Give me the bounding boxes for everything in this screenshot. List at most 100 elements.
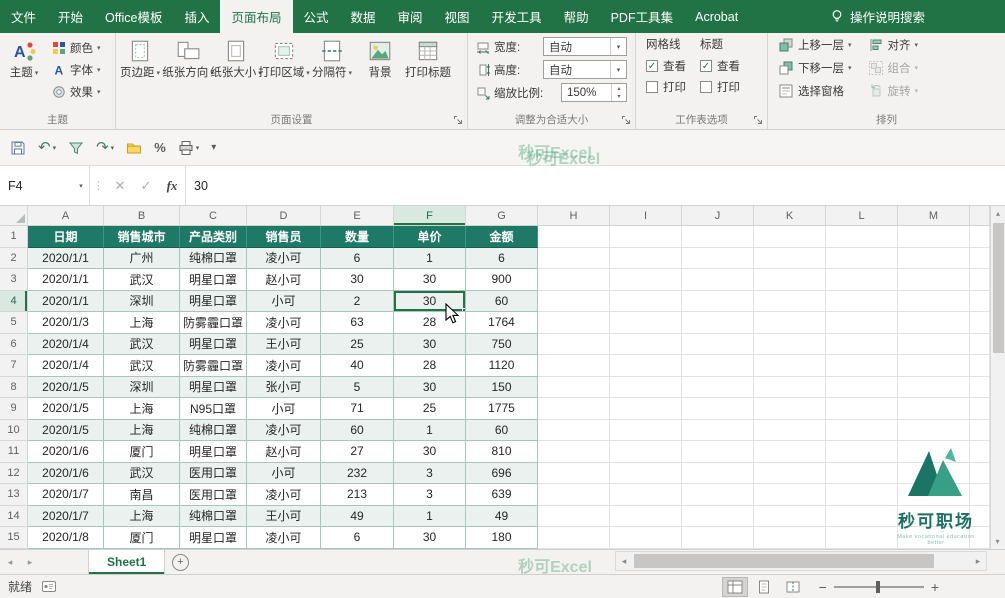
cell-B1[interactable]: 销售城市 [104, 226, 180, 248]
cell-K1[interactable] [754, 226, 826, 248]
ribbon-tab-review[interactable]: 审阅 [387, 0, 434, 33]
normal-view-button[interactable] [722, 577, 748, 597]
cell-H12[interactable] [538, 463, 610, 485]
qat-overflow-button[interactable]: ▾ [211, 142, 216, 153]
cell-C11[interactable]: 明星口罩 [180, 441, 247, 463]
cell-K11[interactable] [754, 441, 826, 463]
cell-A15[interactable]: 2020/1/8 [28, 527, 104, 549]
cell-M6[interactable] [898, 334, 970, 356]
cell-C3[interactable]: 明星口罩 [180, 269, 247, 291]
enter-button[interactable]: ✓ [133, 166, 159, 205]
sheet-nav-right[interactable]: ▸ [20, 550, 40, 574]
cell-K5[interactable] [754, 312, 826, 334]
column-header-G[interactable]: G [466, 206, 538, 225]
cell-B5[interactable]: 上海 [104, 312, 180, 334]
background-button[interactable]: 背景 [356, 35, 404, 111]
cell-E6[interactable]: 25 [321, 334, 394, 356]
cell-G1[interactable]: 金额 [466, 226, 538, 248]
cell-L13[interactable] [826, 484, 898, 506]
cell-F7[interactable]: 28 [394, 355, 466, 377]
cell-D3[interactable]: 赵小可 [247, 269, 321, 291]
cell-E4[interactable]: 2 [321, 291, 394, 313]
cell-A14[interactable]: 2020/1/7 [28, 506, 104, 528]
cell-G12[interactable]: 696 [466, 463, 538, 485]
cell-I13[interactable] [610, 484, 682, 506]
cell-D15[interactable]: 凌小可 [247, 527, 321, 549]
formula-input[interactable]: 30 [186, 166, 1005, 205]
cell-K13[interactable] [754, 484, 826, 506]
cell-J2[interactable] [682, 248, 754, 270]
cell-G4[interactable]: 60 [466, 291, 538, 313]
vertical-scrollbar[interactable]: ▴ [990, 206, 1005, 549]
cell-D10[interactable]: 凌小可 [247, 420, 321, 442]
cell-I3[interactable] [610, 269, 682, 291]
cell-H11[interactable] [538, 441, 610, 463]
ribbon-tab-view[interactable]: 视图 [434, 0, 481, 33]
cell-F6[interactable]: 30 [394, 334, 466, 356]
cell-J13[interactable] [682, 484, 754, 506]
headings-view-checkbox[interactable]: 查看 [700, 58, 740, 74]
row-header-10[interactable]: 10 [0, 420, 28, 442]
cell-H3[interactable] [538, 269, 610, 291]
cell-D12[interactable]: 小可 [247, 463, 321, 485]
cell-A10[interactable]: 2020/1/5 [28, 420, 104, 442]
cell-B11[interactable]: 厦门 [104, 441, 180, 463]
name-box[interactable]: F4 ▾ [0, 166, 90, 205]
cell-B2[interactable]: 广州 [104, 248, 180, 270]
cell-C14[interactable]: 纯棉口罩 [180, 506, 247, 528]
cell-M3[interactable] [898, 269, 970, 291]
cell-G14[interactable]: 49 [466, 506, 538, 528]
undo-dropdown[interactable]: ▾ [53, 144, 57, 152]
cell-K9[interactable] [754, 398, 826, 420]
cell-J9[interactable] [682, 398, 754, 420]
select-all-corner[interactable] [0, 206, 28, 225]
cell-B15[interactable]: 厦门 [104, 527, 180, 549]
cell-E12[interactable]: 232 [321, 463, 394, 485]
cell-F10[interactable]: 1 [394, 420, 466, 442]
redo-dropdown[interactable]: ▾ [111, 144, 115, 152]
theme-colors-button[interactable]: 颜色▾ [48, 40, 105, 56]
cell-M5[interactable] [898, 312, 970, 334]
cell-J1[interactable] [682, 226, 754, 248]
row-header-13[interactable]: 13 [0, 484, 28, 506]
cell-K14[interactable] [754, 506, 826, 528]
cell-M12[interactable] [898, 463, 970, 485]
insert-function-button[interactable]: fx [159, 166, 186, 205]
macro-record-button[interactable] [42, 581, 56, 592]
zoom-in-button[interactable]: + [931, 580, 939, 594]
scroll-left-arrow[interactable]: ◂ [616, 556, 632, 567]
cell-H8[interactable] [538, 377, 610, 399]
cell-K2[interactable] [754, 248, 826, 270]
breaks-button[interactable]: 分隔符▾ [308, 35, 356, 111]
new-sheet-button[interactable]: + [165, 550, 195, 574]
print-dropdown[interactable]: ▾ [196, 144, 200, 152]
theme-effects-button[interactable]: 效果▾ [48, 84, 105, 100]
cell-H7[interactable] [538, 355, 610, 377]
paper-size-button[interactable]: 纸张大小▾ [212, 35, 260, 111]
sheet-tab-sheet1[interactable]: Sheet1 [88, 550, 165, 574]
cell-F3[interactable]: 30 [394, 269, 466, 291]
cell-E15[interactable]: 6 [321, 527, 394, 549]
cell-M2[interactable] [898, 248, 970, 270]
cell-A9[interactable]: 2020/1/5 [28, 398, 104, 420]
cancel-button[interactable]: ✕ [107, 166, 133, 205]
margins-button[interactable]: 页边距▾ [116, 35, 164, 111]
cell-H2[interactable] [538, 248, 610, 270]
cell-A4[interactable]: 2020/1/1 [28, 291, 104, 313]
print-button[interactable]: ▾ [178, 140, 200, 156]
row-header-11[interactable]: 11 [0, 441, 28, 463]
cell-F13[interactable]: 3 [394, 484, 466, 506]
cell-F8[interactable]: 30 [394, 377, 466, 399]
row-header-6[interactable]: 6 [0, 334, 28, 356]
cell-J10[interactable] [682, 420, 754, 442]
cell-K15[interactable] [754, 527, 826, 549]
width-select[interactable]: 自动▾ [543, 37, 627, 56]
cell-L6[interactable] [826, 334, 898, 356]
cell-L2[interactable] [826, 248, 898, 270]
cell-G11[interactable]: 810 [466, 441, 538, 463]
cell-M1[interactable] [898, 226, 970, 248]
cell-K8[interactable] [754, 377, 826, 399]
cell-F9[interactable]: 25 [394, 398, 466, 420]
scale-dialog-launcher[interactable] [620, 114, 632, 126]
cell-C2[interactable]: 纯棉口罩 [180, 248, 247, 270]
